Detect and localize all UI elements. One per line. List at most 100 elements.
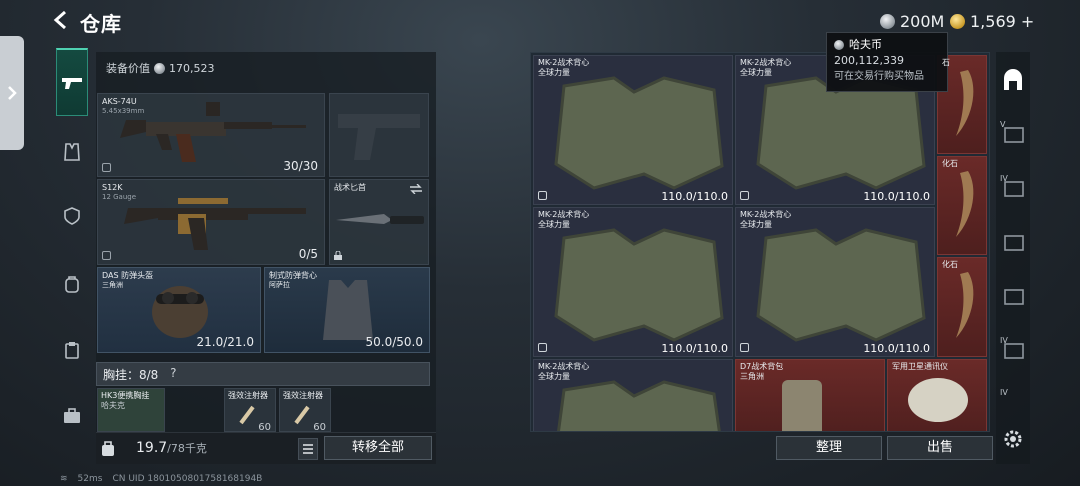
category-armor[interactable] (56, 136, 88, 168)
stash-tab-4b[interactable] (1000, 228, 1026, 254)
list-icon (303, 444, 313, 454)
gear-icon (1004, 430, 1022, 448)
stash-tab-4e[interactable]: IV (1000, 388, 1026, 414)
silver-coin-icon (834, 40, 844, 50)
helmet-durability: 21.0/21.0 (196, 335, 254, 349)
stash-item[interactable]: MK-2战术背心 全球力量 110.0/110.0 (735, 207, 935, 357)
gold-amount: 1,569 (970, 11, 1016, 31)
injector-count: 60 (258, 422, 271, 432)
sell-button[interactable]: 出售 (887, 436, 993, 460)
tactical-vest-image (554, 76, 724, 190)
item-name: D7战术背包 (740, 362, 784, 371)
equipment-value-label: 装备价值 (106, 62, 150, 75)
category-case[interactable] (56, 400, 88, 432)
rig-item[interactable]: HK3便携胸挂 哈夫克 (97, 388, 165, 432)
helmet-slot[interactable]: DAS 防弹头盔 三角洲 21.0/21.0 (97, 267, 261, 353)
item-name: 军用卫星通讯仪 (892, 362, 948, 371)
back-button[interactable] (50, 10, 72, 32)
stash-item[interactable]: 军用卫星通讯仪 (887, 359, 987, 431)
lock-icon (334, 251, 342, 260)
wifi-icon: ≋ (60, 474, 68, 484)
injector-name: 强效注射器 (283, 391, 323, 400)
page-title: 仓库 (80, 12, 122, 36)
stash-item[interactable]: MK-2战术背心 全球力量 (533, 359, 733, 431)
gold-coin-icon (950, 13, 965, 29)
folder-icon (1004, 235, 1024, 251)
silver-coin-icon (154, 62, 165, 74)
category-helmet[interactable] (56, 200, 88, 232)
stash-tab-4c[interactable] (1000, 282, 1026, 308)
melee-slot[interactable]: 战术匕首 (329, 179, 429, 265)
fossil-claw-image (956, 272, 974, 338)
stash-item[interactable]: D7战术背包 三角洲 (735, 359, 885, 431)
fossil-item[interactable]: 化石 (937, 156, 987, 255)
silver-coin-icon (880, 13, 895, 29)
silver-currency[interactable]: 200M (880, 10, 944, 32)
equipment-value-amount: 170,523 (169, 61, 215, 75)
injector-name: 强效注射器 (228, 391, 268, 400)
folder-icon (1004, 289, 1024, 305)
category-weapons[interactable] (56, 48, 88, 116)
list-view-button[interactable] (298, 438, 318, 460)
settings-button[interactable] (1000, 426, 1026, 452)
shield-icon (64, 207, 80, 225)
help-icon[interactable]: ? (166, 366, 180, 382)
fossil-claw-image (956, 171, 974, 237)
injector-slot-1[interactable]: 强效注射器 60 (224, 388, 276, 432)
tab-tier-label: V (1000, 120, 1006, 129)
currency-tooltip: 哈夫币 200,112,339 可在交易行购买物品 (826, 32, 948, 92)
backpack-icon (65, 276, 79, 293)
fossil-item[interactable]: 化石 (937, 257, 987, 357)
gold-add-button[interactable]: + (1021, 12, 1034, 31)
item-name: 化石 (942, 159, 958, 168)
stash-tab-5[interactable]: V (1000, 120, 1026, 146)
helmet-map: 三角洲 (102, 281, 123, 289)
arrow-left-icon (53, 10, 66, 30)
helmet-name: DAS 防弹头盔 (102, 271, 154, 280)
category-rig[interactable] (56, 334, 88, 366)
transfer-all-button[interactable]: 转移全部 (324, 436, 432, 460)
clipboard-icon (65, 342, 79, 359)
syringe-icon (239, 405, 255, 425)
injector-slot-2[interactable]: 强效注射器 60 (279, 388, 331, 432)
stash-tab-4d[interactable]: IV (1000, 336, 1026, 362)
user-id: CN UID 1801050801758168194B (112, 474, 263, 484)
rig-item-map: 哈夫克 (101, 401, 125, 410)
tab-tier-label: IV (1000, 174, 1008, 183)
bind-icon (538, 191, 547, 200)
item-name: 石 (942, 58, 950, 67)
bind-icon (102, 163, 111, 172)
pistol-slot[interactable] (329, 93, 429, 177)
weapon-slot-secondary[interactable]: S12K 12 Gauge 0/5 (97, 179, 325, 265)
item-map: 全球力量 (538, 372, 570, 381)
armor-slot[interactable]: 制式防弹背心 阿萨拉 50.0/50.0 (264, 267, 430, 353)
side-drawer-handle[interactable] (0, 36, 24, 150)
armor-durability: 50.0/50.0 (365, 335, 423, 349)
stash-tab-home[interactable] (1000, 68, 1026, 94)
item-name: MK-2战术背心 (538, 58, 590, 67)
category-backpack[interactable] (56, 268, 88, 300)
weapon-ammo-count: 0/5 (298, 247, 318, 261)
weapon-slot-primary[interactable]: AKS-74U 5.45x39mm 30/30 (97, 93, 325, 177)
ping: 52ms (77, 474, 103, 484)
stash-item[interactable]: MK-2战术背心 全球力量 110.0/110.0 (533, 55, 733, 205)
rig-item-name: HK3便携胸挂 (101, 391, 150, 400)
weight-readout: 19.7/78千克 (136, 440, 207, 456)
pistol-silhouette-icon (338, 114, 420, 160)
chevron-right-icon (8, 86, 17, 100)
chest-rig-label: 胸挂：8/8 (103, 368, 159, 382)
swap-icon[interactable] (409, 184, 423, 194)
tooltip-title: 哈夫币 (849, 38, 882, 51)
item-durability: 110.0/110.0 (863, 190, 930, 203)
tooltip-amount: 200,112,339 (834, 54, 904, 67)
silver-amount: 200M (900, 11, 945, 31)
status-bar: ≋ 52ms CN UID 1801050801758168194B (60, 474, 262, 484)
chest-rig-header[interactable]: 胸挂：8/8 ? (96, 362, 430, 386)
melee-name: 战术匕首 (334, 183, 366, 192)
injector-count: 60 (313, 422, 326, 432)
weight-current: 19.7 (136, 440, 168, 456)
stash-tab-4a[interactable]: IV (1000, 174, 1026, 200)
gold-currency[interactable]: 1,569 + (950, 10, 1034, 32)
stash-item[interactable]: MK-2战术背心 全球力量 110.0/110.0 (533, 207, 733, 357)
sort-button[interactable]: 整理 (776, 436, 882, 460)
